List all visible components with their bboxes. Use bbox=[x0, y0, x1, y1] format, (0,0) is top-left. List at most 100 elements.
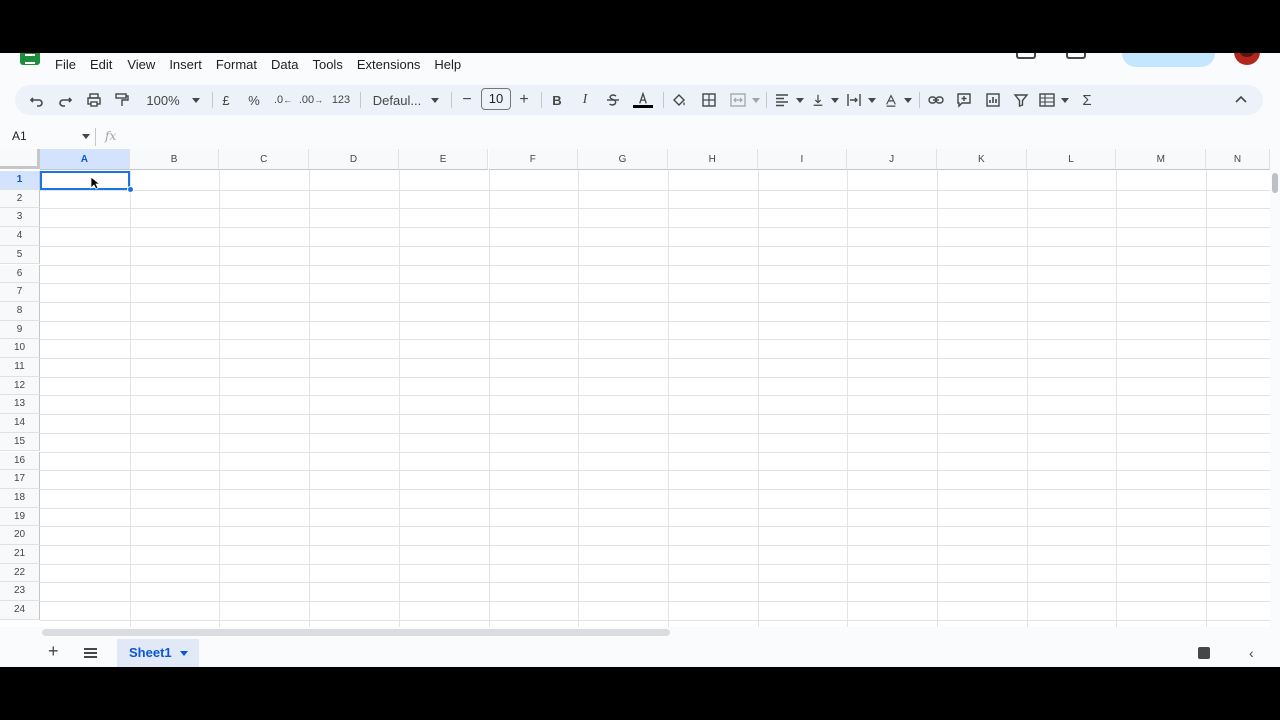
column-header-h[interactable]: H bbox=[667, 149, 758, 170]
all-sheets-icon[interactable] bbox=[84, 648, 97, 658]
column-header-e[interactable]: E bbox=[398, 149, 489, 170]
undo-icon[interactable] bbox=[29, 90, 45, 110]
row-header-10[interactable]: 10 bbox=[0, 339, 40, 358]
spreadsheet-grid[interactable]: ABCDEFGHIJKLMN 1 2 3 4 5 6 7 8 9 10 11 12 13 14 15 16 17… bbox=[0, 149, 1270, 627]
row-header-19[interactable]: 19 bbox=[0, 507, 40, 527]
menu-edit[interactable]: Edit bbox=[90, 56, 112, 73]
collapse-menus-icon[interactable] bbox=[1233, 90, 1249, 110]
menu-help[interactable]: Help bbox=[434, 56, 461, 73]
column-header-j[interactable]: J bbox=[847, 149, 937, 170]
font-select[interactable]: Defaul... bbox=[371, 90, 441, 110]
horizontal-align-icon[interactable] bbox=[774, 90, 804, 110]
row-header-21[interactable]: 21 bbox=[0, 545, 40, 564]
filter-icon[interactable] bbox=[1013, 90, 1029, 110]
row-header-22[interactable]: 22 bbox=[0, 563, 40, 583]
row-header-24[interactable]: 24 bbox=[0, 601, 40, 620]
chart-icon[interactable] bbox=[985, 90, 1001, 110]
share-button[interactable] bbox=[1122, 53, 1215, 67]
column-header-f[interactable]: F bbox=[488, 149, 579, 170]
row-header-4[interactable]: 4 bbox=[0, 227, 40, 246]
fill-handle[interactable] bbox=[127, 186, 134, 193]
row-header-7[interactable]: 7 bbox=[0, 283, 40, 302]
vertical-align-icon[interactable] bbox=[811, 90, 839, 110]
column-header-k[interactable]: K bbox=[937, 149, 1027, 170]
percent-button[interactable]: % bbox=[247, 90, 261, 110]
row-header-12[interactable]: 12 bbox=[0, 376, 40, 396]
row-header-2[interactable]: 2 bbox=[0, 189, 40, 209]
column-header-g[interactable]: G bbox=[578, 149, 668, 170]
menu-view[interactable]: View bbox=[127, 56, 155, 73]
vertical-scrollbar-thumb[interactable] bbox=[1272, 173, 1278, 193]
row-header-8[interactable]: 8 bbox=[0, 301, 40, 321]
row-header-23[interactable]: 23 bbox=[0, 582, 40, 602]
borders-icon[interactable] bbox=[701, 90, 717, 110]
link-icon[interactable] bbox=[928, 90, 944, 110]
paint-format-icon[interactable] bbox=[114, 90, 130, 110]
column-header-m[interactable]: M bbox=[1116, 149, 1207, 170]
column-header-n[interactable]: N bbox=[1206, 149, 1270, 170]
bold-button[interactable]: B bbox=[551, 90, 563, 110]
fill-color-icon[interactable] bbox=[671, 90, 687, 110]
text-rotation-icon[interactable] bbox=[884, 90, 912, 110]
print-icon[interactable] bbox=[85, 90, 103, 110]
zoom-select[interactable]: 100% bbox=[144, 90, 202, 110]
meet-icon[interactable] bbox=[1066, 53, 1086, 59]
row-header-17[interactable]: 17 bbox=[0, 470, 40, 489]
column-header-a[interactable]: A bbox=[40, 149, 130, 170]
sheets-logo-icon[interactable] bbox=[20, 53, 40, 65]
row-header-18[interactable]: 18 bbox=[0, 488, 40, 508]
row-header-11[interactable]: 11 bbox=[0, 358, 40, 377]
row-header-15[interactable]: 15 bbox=[0, 432, 40, 452]
row-header-9[interactable]: 9 bbox=[0, 320, 40, 340]
row-header-14[interactable]: 14 bbox=[0, 414, 40, 433]
name-box[interactable]: A1 bbox=[12, 129, 27, 143]
vertical-scrollbar[interactable] bbox=[1270, 149, 1280, 627]
active-cell-a1[interactable] bbox=[40, 171, 130, 190]
merge-cells-icon[interactable] bbox=[730, 90, 760, 110]
menu-extensions[interactable]: Extensions bbox=[357, 56, 421, 73]
menu-insert[interactable]: Insert bbox=[169, 56, 202, 73]
column-header-l[interactable]: L bbox=[1026, 149, 1117, 170]
comments-icon[interactable] bbox=[1016, 53, 1036, 59]
number-format-button[interactable]: 123 bbox=[330, 90, 352, 110]
font-size-input[interactable]: 10 bbox=[481, 88, 511, 110]
horizontal-scrollbar[interactable] bbox=[0, 627, 1280, 639]
row-header-16[interactable]: 16 bbox=[0, 451, 40, 471]
text-wrap-icon[interactable] bbox=[846, 90, 876, 110]
row-header-5[interactable]: 5 bbox=[0, 245, 40, 265]
italic-button[interactable]: I bbox=[580, 90, 590, 110]
row-header-13[interactable]: 13 bbox=[0, 395, 40, 415]
decrease-decimal-button[interactable]: .0 ← bbox=[273, 90, 293, 110]
increase-font-size-button[interactable]: + bbox=[518, 90, 530, 110]
increase-decimal-button[interactable]: .00 → bbox=[299, 90, 323, 110]
row-header-1[interactable]: 1 bbox=[0, 171, 40, 190]
horizontal-scrollbar-thumb[interactable] bbox=[42, 629, 670, 636]
chevron-left-icon[interactable]: ‹ bbox=[1249, 645, 1254, 661]
select-all-corner[interactable] bbox=[0, 149, 40, 169]
text-color-icon[interactable] bbox=[632, 90, 654, 110]
column-header-d[interactable]: D bbox=[309, 149, 399, 170]
strikethrough-icon[interactable] bbox=[605, 90, 621, 110]
menu-format[interactable]: Format bbox=[216, 56, 257, 73]
column-header-c[interactable]: C bbox=[219, 149, 310, 170]
avatar[interactable] bbox=[1234, 53, 1260, 65]
column-header-i[interactable]: I bbox=[757, 149, 848, 170]
chevron-down-icon[interactable] bbox=[179, 651, 188, 657]
decrease-font-size-button[interactable]: − bbox=[461, 90, 473, 110]
comment-icon[interactable] bbox=[956, 90, 972, 110]
menu-tools[interactable]: Tools bbox=[312, 56, 342, 73]
redo-icon[interactable] bbox=[57, 90, 73, 110]
explore-icon[interactable] bbox=[1198, 647, 1210, 659]
row-header-3[interactable]: 3 bbox=[0, 208, 40, 228]
chevron-down-icon[interactable] bbox=[82, 134, 90, 139]
row-header-6[interactable]: 6 bbox=[0, 264, 40, 284]
column-header-b[interactable]: B bbox=[129, 149, 220, 170]
row-header-20[interactable]: 20 bbox=[0, 526, 40, 545]
filter-views-icon[interactable] bbox=[1039, 90, 1069, 110]
sheet-tab-sheet1[interactable]: Sheet1 bbox=[117, 639, 199, 667]
menu-data[interactable]: Data bbox=[271, 56, 298, 73]
add-sheet-button[interactable]: + bbox=[48, 641, 59, 662]
currency-button[interactable]: £ bbox=[220, 90, 232, 110]
functions-button[interactable]: Σ bbox=[1081, 90, 1093, 110]
menu-file[interactable]: File bbox=[55, 56, 76, 73]
